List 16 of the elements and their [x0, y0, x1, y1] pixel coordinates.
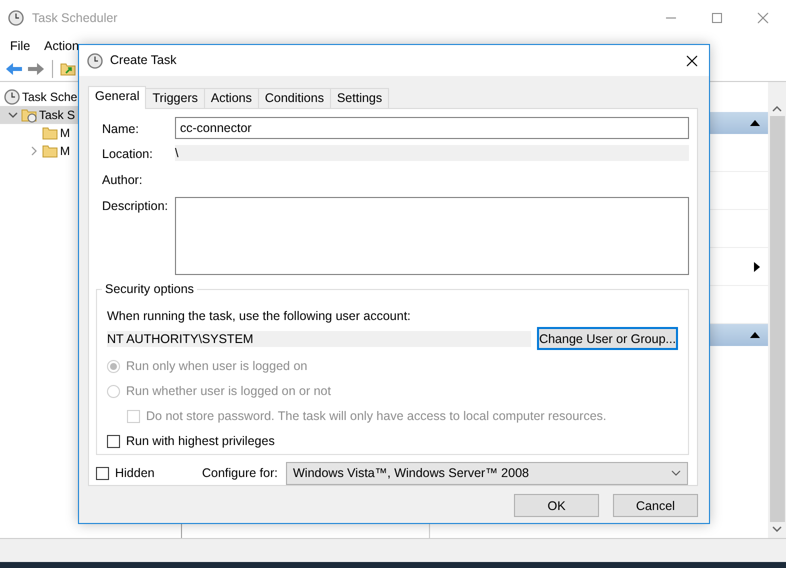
account-prompt: When running the task, use the following user account:	[107, 308, 412, 325]
field-label: Configure for:	[202, 464, 279, 482]
option-label: Hidden	[115, 464, 155, 482]
account-value: NT AUTHORITY\SYSTEM	[107, 330, 531, 347]
option-label: Do not store password. The task will only have access to local computer resources.	[146, 408, 606, 426]
option-label: Run whether user is logged on or not	[126, 383, 331, 400]
option-label: Run only when user is logged on	[126, 358, 308, 376]
field-label: Location:	[101, 146, 154, 163]
field-label: Name:	[101, 121, 140, 138]
window-title: Task Scheduler	[32, 10, 118, 27]
location-value: \	[175, 145, 689, 161]
option-label: Run with highest privileges	[126, 433, 275, 450]
dialog-title: Create Task	[110, 52, 176, 70]
field-label: Author:	[101, 172, 144, 189]
field-label: Description:	[101, 198, 169, 215]
group-title: Security options	[102, 282, 197, 296]
